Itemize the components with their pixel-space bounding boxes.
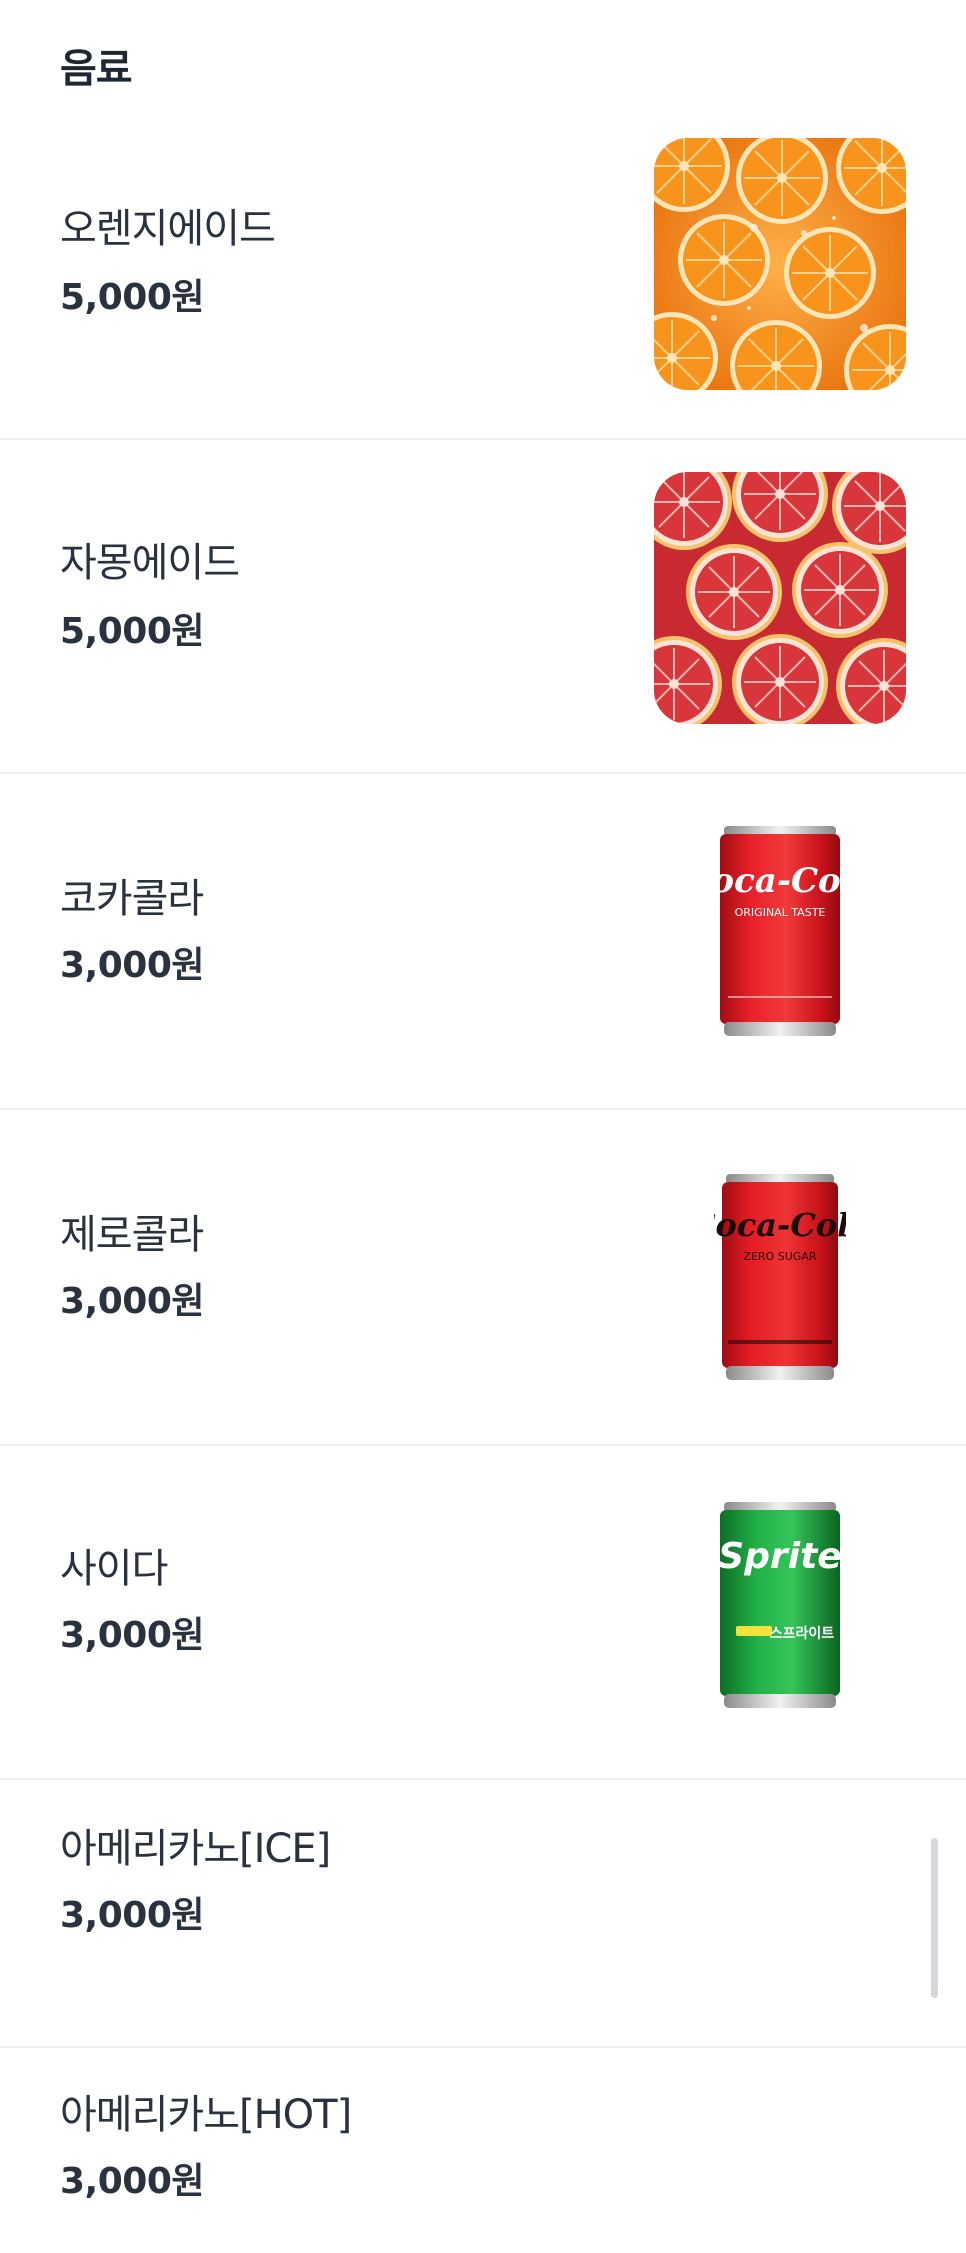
menu-item-orange-ade[interactable]: 오렌지에이드 5,000원 (0, 108, 966, 440)
can-brand-text: Sprite (718, 1536, 841, 1577)
menu-item-name: 사이다 (60, 1546, 168, 1592)
menu-item-price: 3,000원 (60, 1895, 205, 1936)
sprite-can-image: Sprite 스프라이트 (714, 1502, 846, 1714)
menu-item-price: 5,000원 (60, 611, 205, 652)
scrollbar-thumb[interactable] (931, 1838, 938, 1998)
menu-item-price: 3,000원 (60, 1615, 205, 1656)
orange-ade-image (654, 138, 906, 390)
can-sub-text: ZERO SUGAR (743, 1250, 816, 1263)
menu-screen: 음료 오렌지에이드 5,000원 자몽에이드 5,000원 코카콜라 3,000… (0, 0, 966, 2253)
menu-item-price: 3,000원 (60, 2161, 205, 2202)
menu-item-coca-cola[interactable]: 코카콜라 3,000원 ca-Co ORIGINAL TASTE (0, 774, 966, 1110)
menu-item-cider[interactable]: 사이다 3,000원 Sprite 스프라이트 (0, 1446, 966, 1780)
coca-cola-can-image: Coca-Cola ORIGINAL TASTE (714, 826, 846, 1038)
can-sub-text: 스프라이트 (770, 1625, 835, 1642)
can-brand-text: Coca-Cola (714, 861, 846, 901)
menu-item-name: 아메리카노[HOT] (60, 2092, 352, 2138)
menu-item-name: 자몽에이드 (60, 540, 240, 586)
menu-item-price: 5,000원 (60, 277, 205, 318)
section-title: 음료 (60, 46, 133, 92)
can-brand-text: Coca-Cola (714, 1206, 846, 1244)
grapefruit-ade-image (654, 472, 906, 724)
menu-item-zero-cola[interactable]: 제로콜라 3,000원 oca-Co ZERO SUGAR (0, 1110, 966, 1446)
menu-item-americano-hot[interactable]: 아메리카노[HOT] 3,000원 (0, 2048, 966, 2253)
menu-item-name: 오렌지에이드 (60, 206, 276, 252)
menu-item-price: 3,000원 (60, 945, 205, 986)
menu-item-name: 제로콜라 (60, 1212, 204, 1258)
can-sub-text: ORIGINAL TASTE (735, 906, 826, 919)
menu-item-name: 코카콜라 (60, 876, 204, 922)
menu-item-americano-ice[interactable]: 아메리카노[ICE] 3,000원 (0, 1780, 966, 2048)
menu-item-grapefruit-ade[interactable]: 자몽에이드 5,000원 (0, 440, 966, 774)
coca-cola-zero-can-image: Coca-Cola ZERO SUGAR (714, 1174, 846, 1386)
menu-item-name: 아메리카노[ICE] (60, 1826, 331, 1872)
menu-item-price: 3,000원 (60, 1281, 205, 1322)
